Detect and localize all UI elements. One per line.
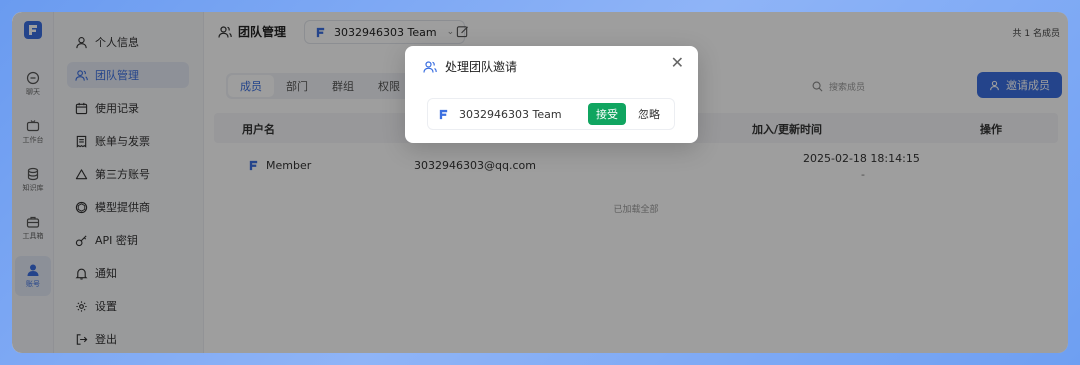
team-logo-icon xyxy=(439,109,448,119)
invite-team-name: 3032946303 Team xyxy=(459,107,562,121)
invite-card: 3032946303 Team 接受 忽略 xyxy=(427,98,675,130)
accept-button[interactable]: 接受 xyxy=(588,103,626,125)
team-invite-dialog: 处理团队邀请 ✕ 3032946303 Team 接受 忽略 xyxy=(405,46,698,143)
dialog-title-text: 处理团队邀请 xyxy=(445,60,518,74)
ignore-button[interactable]: 忽略 xyxy=(630,103,668,125)
close-icon[interactable]: ✕ xyxy=(671,55,684,71)
team-icon xyxy=(423,60,437,73)
dialog-title: 处理团队邀请 xyxy=(423,58,517,75)
